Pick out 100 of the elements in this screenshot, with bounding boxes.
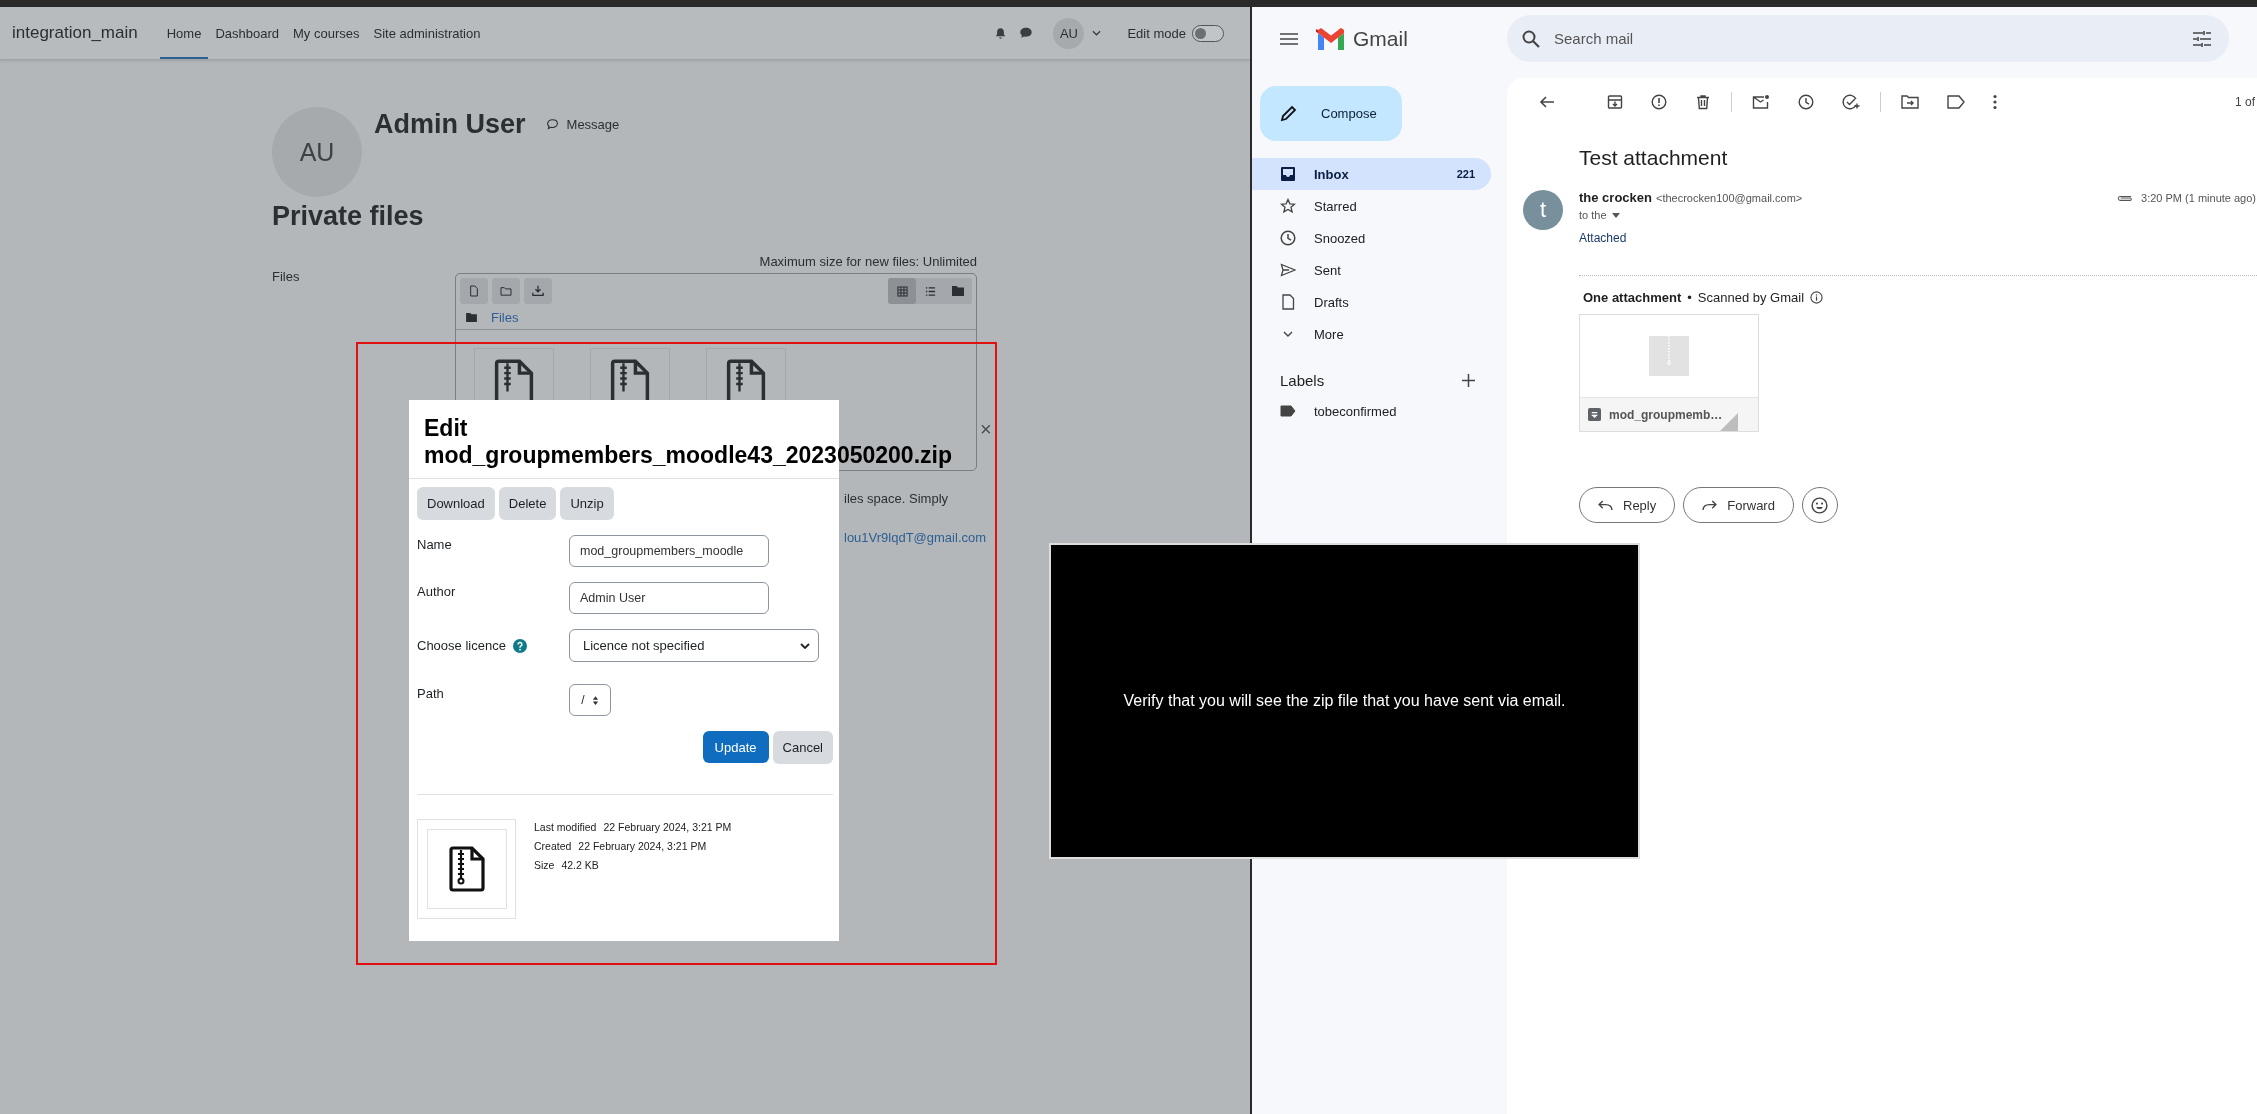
bell-icon[interactable] [994, 26, 1008, 40]
info-label: Size [534, 859, 555, 872]
field-label: Choose licence [417, 638, 506, 654]
message-link[interactable]: Message [566, 117, 620, 132]
add-file-button[interactable] [460, 278, 488, 304]
emoji-reaction-button[interactable] [1801, 487, 1838, 523]
info-value: 42.2 KB [561, 859, 599, 872]
licence-dropdown[interactable]: Licence not specified [569, 629, 819, 663]
message-body: Attached [1579, 231, 1627, 245]
create-folder-button[interactable] [492, 278, 520, 304]
inbox-icon [1280, 166, 1296, 182]
report-icon[interactable] [1651, 94, 1667, 110]
info-label: Last modified [534, 821, 597, 834]
field-label: Name [417, 537, 452, 553]
label-tag-icon [1280, 405, 1296, 417]
text-field[interactable]: Admin User [569, 582, 769, 615]
edit-mode-toggle[interactable] [1192, 24, 1224, 42]
folder-item[interactable]: Starred [1252, 190, 1491, 222]
list-icon [924, 285, 936, 297]
menu-icon[interactable] [1280, 32, 1298, 45]
scan-note: Scanned by Gmail [1697, 290, 1805, 305]
info-icon[interactable] [1810, 291, 1824, 304]
site-name[interactable]: integration_main [12, 23, 138, 43]
search-field[interactable]: Search mail [1507, 15, 2229, 62]
sender-name: the crocken [1579, 190, 1652, 205]
gmail-logo-icon [1316, 27, 1346, 50]
zip-file-icon [1649, 336, 1689, 376]
move-to-folder-icon[interactable] [1901, 94, 1919, 110]
instruction-text: Verify that you will see the zip file that you have sent via email. [1123, 692, 1566, 710]
path-dropdown[interactable]: / [569, 684, 611, 717]
folder-icon [500, 286, 512, 296]
separator-dot: • [1687, 290, 1692, 305]
nav-link[interactable]: My courses [286, 9, 367, 59]
reply-arrow-icon [1598, 499, 1613, 511]
user-menu-avatar[interactable]: AU [1053, 17, 1085, 49]
back-arrow-icon[interactable] [1539, 94, 1555, 110]
edit-mode-label: Edit mode [1127, 25, 1186, 41]
dialog-title: Edit mod_groupmembers_moodle43_2023050200.zip [424, 415, 953, 469]
zip-file-icon [446, 846, 487, 893]
folder-item[interactable]: Drafts [1252, 286, 1491, 318]
dropdown-arrow-icon[interactable] [1611, 212, 1620, 218]
close-button[interactable]: × [980, 418, 992, 441]
compose-button[interactable]: Compose [1260, 86, 1402, 141]
user-name: Admin User [374, 109, 526, 140]
grid-view-button[interactable] [888, 278, 916, 304]
chat-bubble-icon[interactable] [1019, 26, 1034, 40]
text-field[interactable]: mod_groupmembers_moodle [569, 535, 769, 568]
file-icon [469, 285, 479, 297]
more-options-icon[interactable] [1993, 94, 1997, 110]
plus-icon[interactable] [1462, 374, 1475, 387]
folder-icon [466, 313, 477, 322]
info-value: 22 February 2024, 3:21 PM [578, 840, 707, 853]
nav-link[interactable]: Dashboard [208, 9, 286, 59]
pagination-text: 1 of [2235, 95, 2255, 109]
caret-icon[interactable] [1092, 30, 1102, 36]
filter-sliders-icon[interactable] [2193, 31, 2211, 47]
max-size-note: Maximum size for new files: Unlimited [759, 254, 977, 269]
help-icon[interactable] [512, 638, 527, 653]
sender-email: <thecrocken100@gmail.com> [1656, 191, 1803, 204]
field-label: Path [417, 686, 444, 702]
user-avatar: AU [272, 107, 362, 197]
folder-item[interactable]: Sent [1252, 254, 1491, 286]
attachment-card[interactable]: mod_groupmemb… [1579, 314, 1759, 432]
info-label: Created [534, 840, 572, 853]
star-icon [1280, 198, 1296, 214]
field-label: Author [417, 584, 456, 600]
forward-button[interactable]: Forward [1683, 487, 1794, 523]
page-title: Private files [272, 201, 425, 232]
clock-icon[interactable] [1798, 94, 1814, 110]
label-icon[interactable] [1947, 95, 1965, 109]
archive-icon[interactable] [1607, 94, 1623, 110]
paperclip-icon [2116, 193, 2134, 202]
reply-button[interactable]: Reply [1579, 487, 1676, 523]
download-button[interactable] [524, 278, 552, 304]
document-icon [1280, 294, 1296, 310]
folder-item[interactable]: More [1252, 318, 1491, 350]
folder-item[interactable]: Snoozed [1252, 222, 1491, 254]
update-button[interactable]: Update [702, 731, 769, 764]
cancel-button[interactable]: Cancel [772, 731, 833, 765]
action-button[interactable]: Delete [498, 487, 557, 521]
files-label: Files [272, 269, 301, 284]
label-item[interactable]: tobeconfirmed [1252, 395, 1491, 427]
action-button[interactable]: Unzip [560, 487, 614, 521]
action-button[interactable]: Download [417, 487, 495, 521]
folder-item[interactable]: Inbox 221 [1252, 158, 1491, 190]
description-text: iles space. Simply [844, 491, 949, 506]
app-name: Gmail [1353, 26, 1408, 51]
recipient-text: to the [1579, 209, 1607, 221]
folded-corner-icon [1720, 413, 1738, 431]
trash-icon[interactable] [1695, 94, 1711, 110]
download-icon [532, 285, 544, 297]
grid-icon [896, 285, 908, 297]
send-icon [1280, 262, 1296, 278]
info-value: 22 February 2024, 3:21 PM [603, 821, 732, 834]
nav-link[interactable]: Site administration [366, 9, 488, 59]
add-task-icon[interactable] [1842, 94, 1860, 110]
nav-link[interactable]: Home [159, 9, 209, 59]
mark-unread-icon[interactable] [1752, 94, 1770, 110]
labels-heading: Labels [1280, 372, 1325, 389]
sender-avatar: t [1523, 190, 1563, 230]
